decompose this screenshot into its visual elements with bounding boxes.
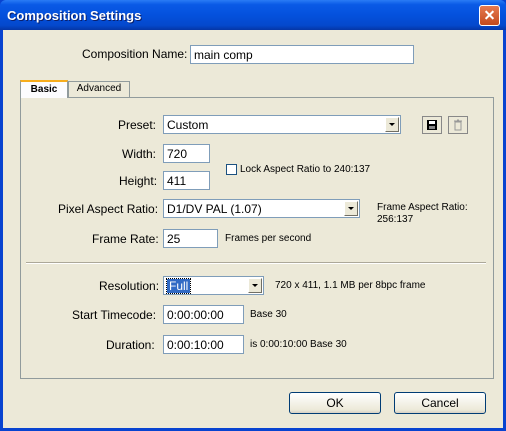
preset-label: Preset:	[118, 118, 157, 132]
tab-advanced[interactable]: Advanced	[68, 81, 130, 97]
frame-aspect-label: Frame Aspect Ratio:	[377, 202, 468, 213]
delete-preset-icon[interactable]	[448, 116, 468, 134]
basic-panel: Preset: Custom Width: 720 Height: 411 Lo…	[20, 97, 494, 379]
resolution-value: Full	[165, 278, 192, 294]
width-input[interactable]: 720	[163, 144, 210, 163]
cancel-button[interactable]: Cancel	[394, 392, 486, 414]
start-timecode-input[interactable]: 0:00:00:00	[163, 305, 244, 324]
resolution-label: Resolution:	[99, 279, 160, 293]
duration-input[interactable]: 0:00:10:00	[163, 335, 244, 354]
frame-rate-input[interactable]: 25	[163, 229, 218, 248]
pixel-aspect-select[interactable]: D1/DV PAL (1.07)	[163, 199, 360, 218]
resolution-select[interactable]: Full	[163, 276, 264, 295]
start-timecode-base: Base 30	[250, 309, 287, 320]
height-label: Height:	[119, 174, 158, 188]
lock-aspect-label: Lock Aspect Ratio to 240:137	[240, 164, 371, 175]
preset-select[interactable]: Custom	[163, 115, 401, 134]
section-divider	[26, 262, 486, 264]
close-icon[interactable]	[479, 5, 500, 26]
tab-basic[interactable]: Basic	[20, 80, 68, 98]
pixel-aspect-value: D1/DV PAL (1.07)	[167, 202, 262, 216]
height-input[interactable]: 411	[163, 171, 210, 190]
dialog-window: Composition Settings Composition Name: m…	[0, 0, 506, 431]
pixel-aspect-label: Pixel Aspect Ratio:	[58, 202, 159, 216]
frame-aspect-value: 256:137	[377, 214, 414, 225]
title-bar[interactable]: Composition Settings	[0, 0, 506, 30]
composition-name-input[interactable]: main comp	[190, 45, 414, 64]
preset-value: Custom	[167, 118, 209, 132]
start-timecode-label: Start Timecode:	[72, 308, 157, 322]
duration-label: Duration:	[106, 338, 155, 352]
window-title: Composition Settings	[7, 8, 142, 23]
resolution-info: 720 x 411, 1.1 MB per 8bpc frame	[275, 280, 426, 291]
duration-info: is 0:00:10:00 Base 30	[250, 339, 347, 350]
lock-aspect-checkbox[interactable]	[226, 164, 237, 175]
chevron-down-icon[interactable]	[385, 117, 399, 132]
ok-button[interactable]: OK	[289, 392, 381, 414]
composition-name-label: Composition Name:	[82, 47, 188, 61]
save-preset-icon[interactable]	[422, 116, 442, 134]
frame-rate-label: Frame Rate:	[92, 232, 159, 246]
dialog-body: Composition Name: main comp Basic Advanc…	[3, 30, 503, 428]
width-label: Width:	[122, 147, 157, 161]
chevron-down-icon[interactable]	[248, 278, 262, 293]
chevron-down-icon[interactable]	[344, 201, 358, 216]
frame-rate-unit: Frames per second	[225, 233, 312, 244]
